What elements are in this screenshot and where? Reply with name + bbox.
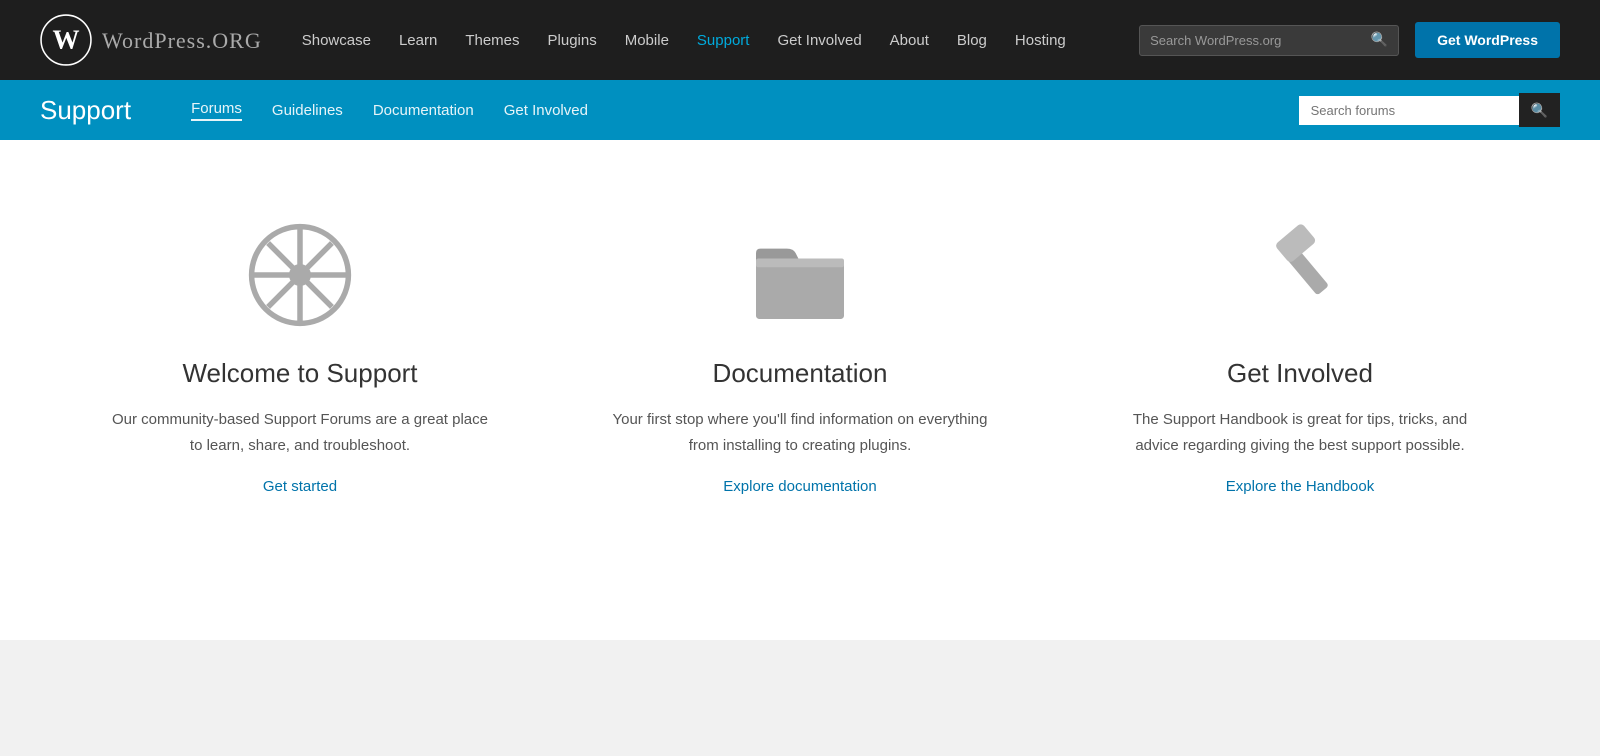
support-card: Welcome to Support Our community-based S…	[50, 200, 550, 515]
support-nav-get-involved[interactable]: Get Involved	[504, 102, 588, 119]
nav-hosting[interactable]: Hosting	[1015, 32, 1066, 49]
support-bar-title: Support	[40, 95, 131, 126]
get-wordpress-button[interactable]: Get WordPress	[1415, 22, 1560, 58]
get-involved-card-link[interactable]: Explore the Handbook	[1226, 478, 1374, 495]
get-involved-card-title: Get Involved	[1227, 358, 1373, 389]
support-nav-documentation[interactable]: Documentation	[373, 102, 474, 119]
logo-wordpress: WordPress	[102, 28, 206, 53]
get-involved-icon	[1245, 220, 1355, 330]
support-nav-forums[interactable]: Forums	[191, 100, 242, 121]
site-search-icon[interactable]: 🔍	[1371, 32, 1388, 49]
svg-text:W: W	[52, 24, 79, 54]
nav-showcase[interactable]: Showcase	[302, 32, 371, 49]
nav-themes[interactable]: Themes	[465, 32, 519, 49]
main-nav: Showcase Learn Themes Plugins Mobile Sup…	[302, 32, 1066, 49]
nav-support[interactable]: Support	[697, 32, 750, 49]
support-nav: Forums Guidelines Documentation Get Invo…	[191, 100, 1298, 121]
top-navigation: W WordPress.ORG Showcase Learn Themes Pl…	[0, 0, 1600, 80]
support-card-desc: Our community-based Support Forums are a…	[110, 407, 490, 458]
support-nav-guidelines[interactable]: Guidelines	[272, 102, 343, 119]
documentation-card-title: Documentation	[713, 358, 888, 389]
support-bar: Support Forums Guidelines Documentation …	[0, 80, 1600, 140]
documentation-card-desc: Your first stop where you'll find inform…	[610, 407, 990, 458]
site-search-container: 🔍	[1139, 25, 1399, 56]
nav-mobile[interactable]: Mobile	[625, 32, 669, 49]
main-content: Welcome to Support Our community-based S…	[0, 140, 1600, 640]
logo-org: .ORG	[206, 28, 262, 53]
nav-right: 🔍 Get WordPress	[1139, 22, 1560, 58]
logo-text: WordPress.ORG	[102, 24, 262, 56]
wordpress-logo-icon: W	[40, 14, 92, 66]
get-involved-card: Get Involved The Support Handbook is gre…	[1050, 200, 1550, 515]
documentation-card: Documentation Your first stop where you'…	[550, 200, 1050, 515]
nav-plugins[interactable]: Plugins	[548, 32, 597, 49]
documentation-icon	[745, 220, 855, 330]
nav-blog[interactable]: Blog	[957, 32, 987, 49]
support-card-title: Welcome to Support	[182, 358, 417, 389]
forums-search-container: 🔍	[1299, 93, 1560, 127]
logo-area[interactable]: W WordPress.ORG	[40, 14, 262, 66]
nav-get-involved[interactable]: Get Involved	[777, 32, 861, 49]
site-search-input[interactable]	[1150, 33, 1371, 48]
forums-search-button[interactable]: 🔍	[1519, 93, 1560, 127]
forums-search-input[interactable]	[1299, 96, 1519, 125]
get-involved-card-desc: The Support Handbook is great for tips, …	[1110, 407, 1490, 458]
support-card-link[interactable]: Get started	[263, 478, 337, 495]
nav-learn[interactable]: Learn	[399, 32, 437, 49]
documentation-card-link[interactable]: Explore documentation	[723, 478, 876, 495]
nav-about[interactable]: About	[890, 32, 929, 49]
support-icon	[245, 220, 355, 330]
